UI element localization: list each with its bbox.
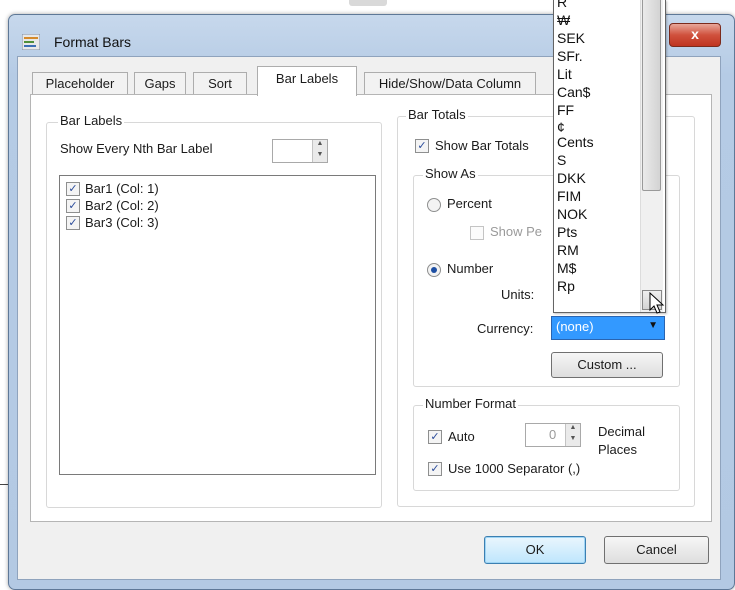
auto-label: Auto [448,429,475,444]
custom-button[interactable]: Custom ... [551,352,663,378]
list-item-label: Bar3 (Col: 3) [85,215,159,230]
checkbox[interactable]: ✓ [66,199,80,213]
dropdown-option[interactable]: RM [557,242,579,258]
dropdown-option[interactable]: Pts [557,224,577,240]
close-icon: x [691,26,699,42]
tab-sort[interactable]: Sort [193,72,247,95]
custom-button-label: Custom ... [577,357,637,372]
currency-label: Currency: [477,321,534,336]
dropdown-scroll-thumb[interactable] [642,0,661,191]
dropdown-option[interactable]: M$ [557,260,576,276]
tab-label: Hide/Show/Data Column [378,76,522,91]
bar-totals-group-title: Bar Totals [406,107,468,122]
list-item-label: Bar2 (Col: 2) [85,198,159,213]
tab-label: Bar Labels [275,71,339,86]
separator-label: Use 1000 Separator (,) [448,461,581,476]
tab-label: Gaps [144,76,176,91]
auto-checkbox[interactable]: ✓ [428,430,442,444]
list-item-label: Bar1 (Col: 1) [85,181,159,196]
dropdown-option[interactable]: FIM [557,188,581,204]
tab-label: Sort [208,76,232,91]
checkbox[interactable]: ✓ [66,182,80,196]
spin-up-icon[interactable]: ▲ [312,140,327,151]
number-format-group [413,405,680,491]
decimal-places-spinner[interactable]: 0 ▲ ▼ [525,423,581,447]
percent-label: Percent [447,196,492,211]
show-percent-label: Show Pe [490,224,543,239]
number-label: Number [447,261,494,276]
show-bar-totals-checkbox[interactable]: ✓ [415,139,429,153]
window-title: Format Bars [54,34,132,50]
decimal-label: Decimal [598,424,645,439]
percent-radio[interactable] [427,198,441,212]
ok-button[interactable]: OK [484,536,586,564]
chevron-down-icon: ▼ [648,320,658,331]
places-label: Places [598,442,638,457]
dropdown-option[interactable]: DKK [557,170,586,186]
show-as-title: Show As [423,166,478,181]
tab-label: Placeholder [45,76,115,91]
mouse-pointer-icon [649,292,665,314]
tab-hide-show-data-column[interactable]: Hide/Show/Data Column [364,72,536,95]
bar-labels-group-title: Bar Labels [58,113,125,128]
dropdown-option[interactable]: FF [557,102,574,118]
dropdown-option[interactable]: Can$ [557,84,590,100]
units-label: Units: [501,287,535,302]
dropdown-option[interactable]: Lit [557,66,572,82]
tab-placeholder[interactable]: Placeholder [32,72,128,95]
decimal-value: 0 [549,427,557,442]
close-button[interactable]: x [669,23,721,47]
dropdown-option[interactable]: R [557,0,567,10]
window-resize-grip[interactable] [349,0,387,6]
dropdown-option[interactable]: S [557,152,566,168]
currency-value: (none) [556,319,594,334]
dropdown-option[interactable]: NOK [557,206,587,222]
dropdown-option[interactable]: ₩ [557,12,570,28]
spin-down-icon[interactable]: ▼ [312,151,327,162]
bar-list[interactable]: ✓ Bar1 (Col: 1) ✓ Bar2 (Col: 2) ✓ Bar3 (… [59,175,376,475]
ok-button-label: OK [525,542,545,557]
show-bar-totals-label: Show Bar Totals [435,138,529,153]
tab-gaps[interactable]: Gaps [134,72,186,95]
spin-down-icon[interactable]: ▼ [565,435,580,446]
show-percent-checkbox[interactable]: ✓ [470,226,484,240]
dropdown-option[interactable]: Rp [557,278,575,294]
nth-spinner[interactable]: ▲ ▼ [272,139,328,163]
dropdown-option[interactable]: SFr. [557,48,583,64]
dropdown-option[interactable]: ¢ [557,119,565,135]
cancel-button-label: Cancel [636,542,677,557]
chart-bars-icon [22,34,40,50]
number-radio[interactable] [427,263,441,277]
dropdown-option[interactable]: SEK [557,30,585,46]
cancel-button[interactable]: Cancel [604,536,709,564]
separator-checkbox[interactable]: ✓ [428,462,442,476]
currency-combobox[interactable]: (none) ▼ [551,316,665,340]
dropdown-option[interactable]: Cents [557,134,594,150]
tab-bar-labels[interactable]: Bar Labels [257,66,357,96]
nth-label: Show Every Nth Bar Label [60,141,213,156]
spin-up-icon[interactable]: ▲ [565,424,580,435]
number-format-title: Number Format [423,396,519,411]
checkbox[interactable]: ✓ [66,216,80,230]
